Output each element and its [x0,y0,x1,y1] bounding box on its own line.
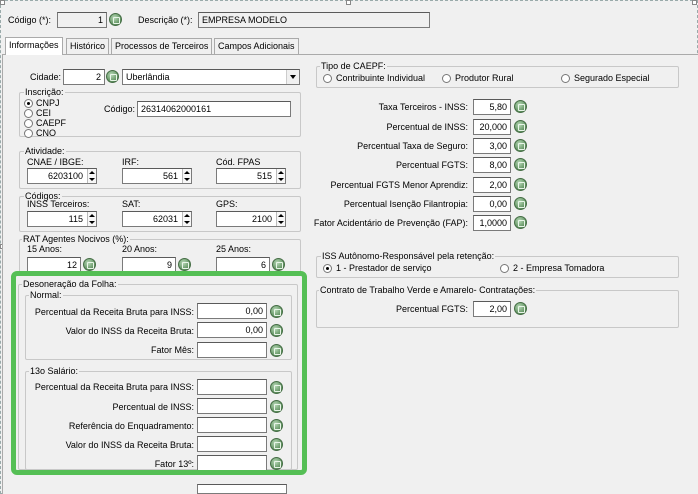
tab-historico[interactable]: Histórico [66,38,110,54]
radio-tomadora[interactable] [500,264,509,273]
inss-terceiros-label: INSS Terceiros: [27,199,90,209]
percentual-inss-field[interactable]: 20,000 [473,119,511,135]
fap-calc-icon[interactable] [514,216,527,229]
cidade-label: Cidade: [30,72,62,82]
radio-tomadora-label: 2 - Empresa Tomadora [513,263,605,273]
radio-cnpj[interactable] [24,99,33,108]
radio-cei[interactable] [24,109,33,118]
percentual-fgts-field[interactable]: 8,00 [473,157,511,173]
rat-20-label: 20 Anos: [122,244,158,254]
radio-produtor-label: Produtor Rural [455,73,514,83]
partial-field[interactable] [197,484,287,494]
gps-spinner[interactable] [276,212,285,226]
sat-label: SAT: [122,199,141,209]
selection-handle [346,0,351,5]
irf-spinner[interactable] [182,169,191,183]
radio-cno-label: CNO [36,128,56,138]
selection-handle [0,0,5,5]
radio-prestador[interactable] [323,264,332,273]
fap-field[interactable]: 1,0000 [473,215,511,231]
atividade-title: Atividade: [24,146,66,157]
tab-campos-adicionais[interactable]: Campos Adicionais [214,38,299,54]
isencao-filantropia-label: Percentual Isenção Filantropia: [343,199,468,209]
rat-25-label: 25 Anos: [216,244,252,254]
selection-handle [692,0,697,5]
percentual-inss-calc-icon[interactable] [514,120,527,133]
radio-segurado-label: Segurado Especial [574,73,650,83]
cidade-lookup-icon[interactable] [106,70,119,83]
cnae-label: CNAE / IBGE: [27,157,84,167]
radio-contribuinte-label: Contribuinte Individual [336,73,426,83]
contrato-fgts-label: Percentual FGTS: [395,304,468,314]
rat-15-calc-icon[interactable] [83,258,96,271]
fpas-spinner[interactable] [276,169,285,183]
chevron-down-icon[interactable] [286,70,299,84]
fgts-aprendiz-label: Percentual FGTS Menor Aprendiz: [330,180,468,190]
radio-segurado[interactable] [561,74,570,83]
contrato-title: Contrato de Trabalho Verde e Amarelo- Co… [319,285,537,296]
highlight-frame [11,271,307,475]
cidade-select[interactable]: Uberlândia [122,69,300,85]
codigo-label: Código (*): [8,15,52,25]
taxa-seguro-calc-icon[interactable] [514,139,527,152]
taxa-seguro-field[interactable]: 3,00 [473,138,511,154]
contrato-fgts-calc-icon[interactable] [514,302,527,315]
fpas-label: Cód. FPAS [216,157,261,167]
lookup-icon[interactable] [109,13,122,26]
tab-informacoes[interactable]: Informações [5,37,63,55]
cidade-code-field[interactable]: 2 [63,69,105,85]
isencao-filantropia-field[interactable]: 0,00 [473,196,511,212]
sat-spinner[interactable] [182,212,191,226]
irf-label: IRF: [122,157,139,167]
contrato-fgts-field[interactable]: 2,00 [473,301,511,317]
inscricao-codigo-field[interactable]: 26314062000161 [137,101,291,117]
fap-label: Fator Acidentário de Prevenção (FAP): [313,218,468,228]
percentual-fgts-calc-icon[interactable] [514,158,527,171]
cnae-spinner[interactable] [87,169,96,183]
taxa-terceiros-label: Taxa Terceiros - INSS: [378,102,468,112]
caepf-title: Tipo de CAEPF: [320,61,387,72]
taxa-seguro-label: Percentual Taxa de Seguro: [357,141,468,151]
descricao-field[interactable]: EMPRESA MODELO [198,12,430,28]
percentual-inss-label: Percentual de INSS: [386,122,468,132]
isencao-filantropia-calc-icon[interactable] [514,197,527,210]
gps-label: GPS: [216,199,238,209]
rat-25-calc-icon[interactable] [272,258,285,271]
radio-caepf[interactable] [24,119,33,128]
inss-terceiros-spinner[interactable] [87,212,96,226]
radio-cno[interactable] [24,129,33,138]
percentual-fgts-label: Percentual FGTS: [395,160,468,170]
inscricao-title: Inscrição: [24,87,65,98]
taxa-terceiros-calc-icon[interactable] [514,100,527,113]
fgts-aprendiz-calc-icon[interactable] [514,178,527,191]
taxa-terceiros-field[interactable]: 5,80 [473,99,511,115]
rat-15-label: 15 Anos: [27,244,63,254]
tab-processos-terceiros[interactable]: Processos de Terceiros [111,38,213,54]
radio-produtor[interactable] [442,74,451,83]
inscricao-codigo-label: Código: [104,104,136,114]
fgts-aprendiz-field[interactable]: 2,00 [473,177,511,193]
descricao-label: Descrição (*): [138,15,193,25]
codigo-field[interactable]: 1 [57,12,107,28]
rat-20-calc-icon[interactable] [178,258,191,271]
iss-title: ISS Autônomo-Responsável pela retenção: [321,251,496,262]
cidade-name: Uberlândia [126,72,170,82]
radio-prestador-label: 1 - Prestador de serviço [336,263,432,273]
radio-contribuinte[interactable] [323,74,332,83]
